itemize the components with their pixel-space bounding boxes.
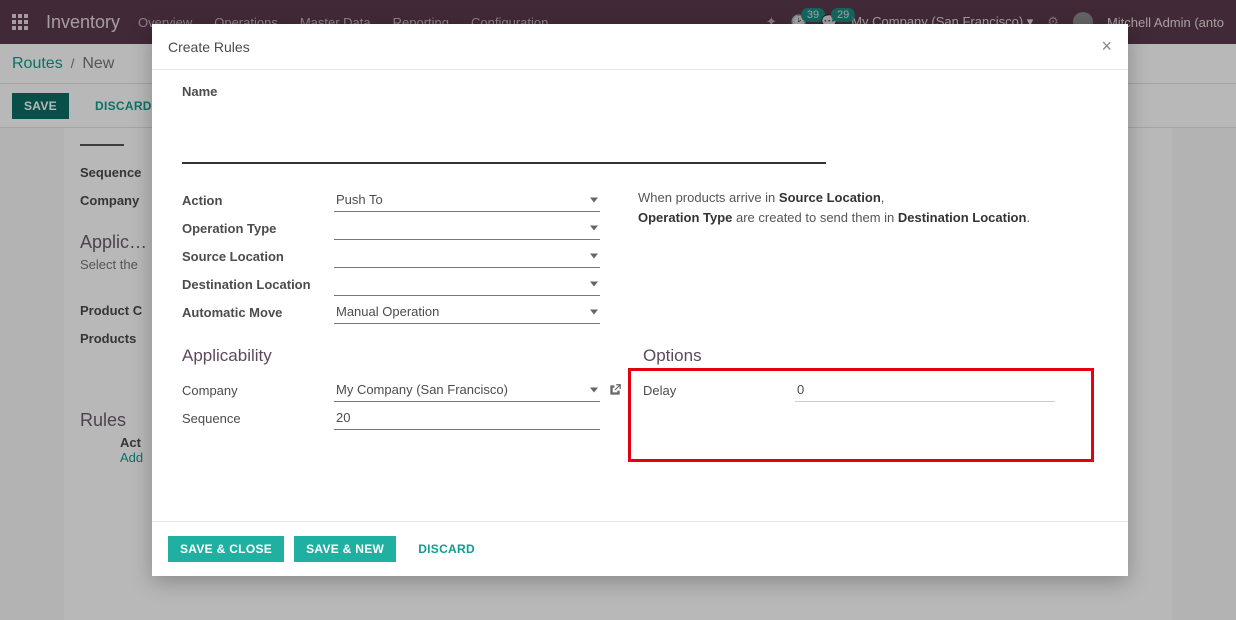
dstloc-select[interactable] (334, 272, 600, 296)
save-close-button[interactable]: SAVE & CLOSE (168, 536, 284, 562)
delay-label: Delay (643, 383, 795, 398)
chevron-down-icon (590, 198, 598, 203)
chevron-down-icon (590, 388, 598, 393)
optype-select[interactable] (334, 216, 600, 240)
modal-title: Create Rules (168, 39, 250, 55)
chevron-down-icon (590, 254, 598, 259)
external-link-icon[interactable] (608, 383, 622, 397)
name-label: Name (182, 84, 334, 99)
create-rules-modal: Create Rules × Name Action (152, 24, 1128, 576)
chevron-down-icon (590, 282, 598, 287)
action-label: Action (182, 193, 334, 208)
sequence-label: Sequence (182, 411, 334, 426)
chevron-down-icon (590, 226, 598, 231)
company-label: Company (182, 383, 334, 398)
chevron-down-icon (590, 310, 598, 315)
company-select[interactable] (334, 378, 600, 402)
dstloc-label: Destination Location (182, 277, 334, 292)
automove-select[interactable] (334, 300, 600, 324)
action-select[interactable] (334, 188, 600, 212)
modal-discard-button[interactable]: DISCARD (406, 536, 487, 562)
srcloc-label: Source Location (182, 249, 334, 264)
applicability-title: Applicability (182, 346, 637, 366)
save-new-button[interactable]: SAVE & NEW (294, 536, 396, 562)
modal-header: Create Rules × (152, 24, 1128, 70)
delay-input[interactable] (795, 378, 1055, 402)
modal-body: Name Action Operation Type (152, 70, 1128, 521)
modal-footer: SAVE & CLOSE SAVE & NEW DISCARD (152, 521, 1128, 576)
automove-label: Automatic Move (182, 305, 334, 320)
help-text: When products arrive in Source Location,… (638, 186, 1098, 326)
optype-label: Operation Type (182, 221, 334, 236)
options-title: Options (643, 346, 1098, 366)
sequence-input[interactable] (334, 406, 600, 430)
close-icon[interactable]: × (1101, 36, 1112, 57)
srcloc-select[interactable] (334, 244, 600, 268)
name-input[interactable] (182, 118, 826, 164)
